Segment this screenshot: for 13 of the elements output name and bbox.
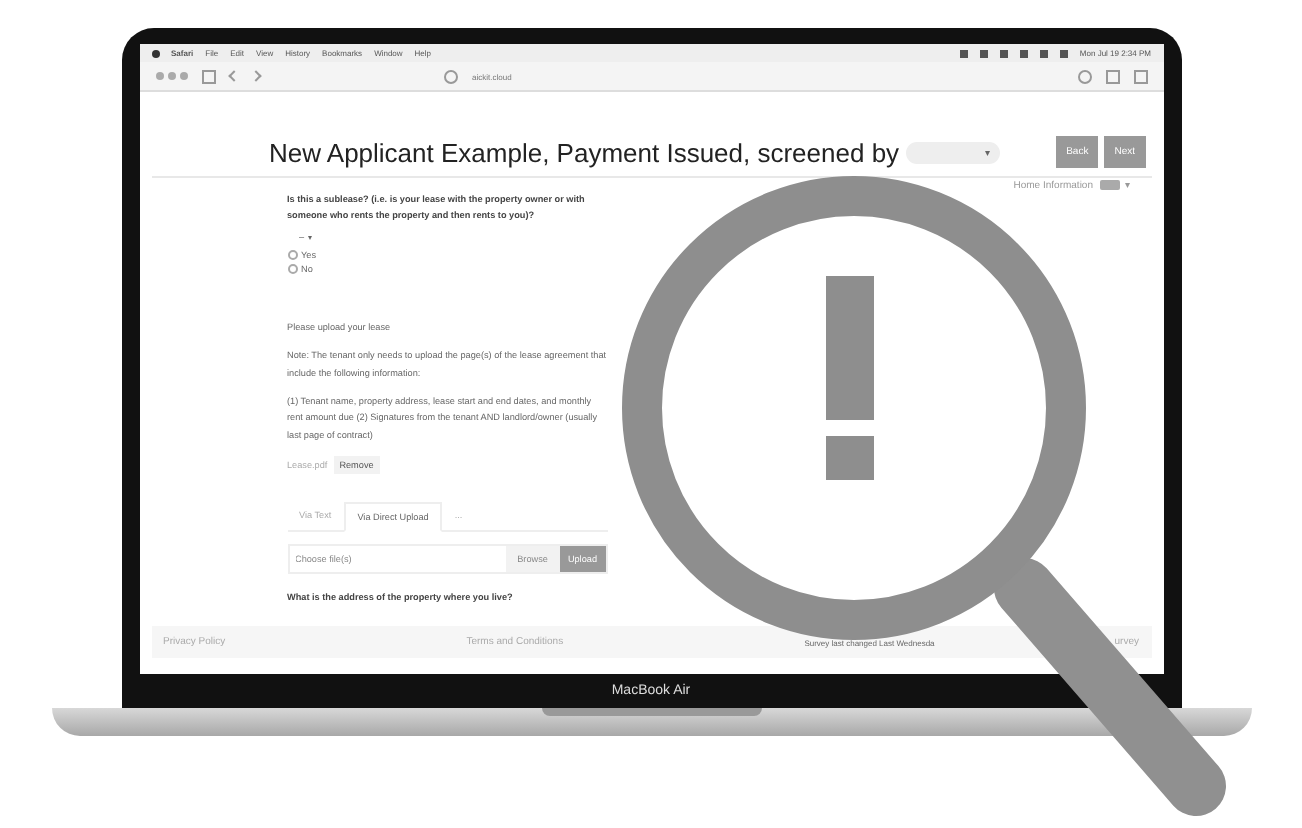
page-title: New Applicant Example, Payment Issued, screened by (269, 137, 900, 167)
status-icon[interactable] (979, 49, 988, 57)
status-icon[interactable] (999, 49, 1008, 57)
back-icon[interactable] (227, 70, 239, 82)
status-badge (1099, 180, 1119, 190)
status-icon[interactable] (1059, 49, 1068, 57)
sidebar-icon[interactable] (201, 69, 215, 83)
status-icon[interactable] (1039, 49, 1048, 57)
apple-icon (151, 49, 159, 57)
exclamation-icon (826, 276, 874, 480)
status-icon[interactable] (1019, 49, 1028, 57)
window-controls-icon[interactable] (155, 72, 187, 80)
status-icon[interactable] (959, 49, 968, 57)
